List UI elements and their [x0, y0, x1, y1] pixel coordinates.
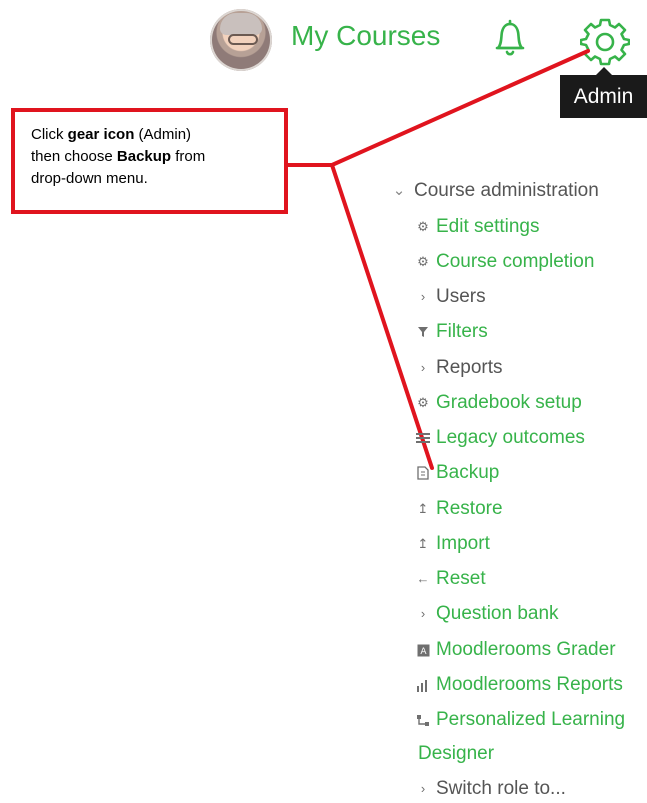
callout-text: then choose — [31, 148, 117, 165]
bar-chart-icon — [414, 679, 432, 692]
callout-bold-text: Backup — [116, 148, 172, 165]
menu-item-label: Question bank — [436, 603, 559, 624]
chevron-down-icon: ⌄ — [392, 182, 406, 199]
menu-item-personalized-learning-designer[interactable]: Personalized Learning — [414, 706, 625, 734]
arrow-left-icon: ← — [416, 571, 430, 586]
user-avatar[interactable] — [210, 9, 272, 71]
flow-icon — [414, 714, 432, 727]
menu-item-gradebook-setup[interactable]: ⚙ Gradebook setup — [414, 389, 582, 417]
instruction-callout: Click gear icon (Admin) then choose Back… — [11, 108, 288, 214]
chevron-right-icon: › — [420, 289, 426, 304]
my-courses-title[interactable]: My Courses — [291, 20, 440, 52]
file-icon — [414, 466, 432, 480]
chevron-right-icon: › — [420, 606, 426, 621]
upload-icon: ↥ — [417, 536, 429, 551]
menu-item-switch-role[interactable]: › Switch role to... — [414, 775, 566, 803]
menu-item-import[interactable]: ↥ Import — [414, 530, 490, 558]
menu-item-question-bank[interactable]: › Question bank — [414, 600, 559, 628]
gear-icon: ⚙ — [417, 395, 429, 410]
menu-item-edit-settings[interactable]: ⚙ Edit settings — [414, 213, 540, 241]
bell-icon[interactable] — [490, 18, 530, 60]
menu-item-moodlerooms-reports[interactable]: Moodlerooms Reports — [414, 671, 623, 699]
menu-item-restore[interactable]: ↥ Restore — [414, 495, 503, 523]
menu-item-label: Backup — [436, 462, 500, 483]
menu-item-reset[interactable]: ← Reset — [414, 565, 486, 593]
menu-item-moodlerooms-grader[interactable]: A Moodlerooms Grader — [414, 636, 616, 664]
callout-line-1: Click gear icon (Admin) — [31, 124, 268, 146]
callout-line-2: then choose Backup from — [31, 146, 268, 168]
menu-item-label: Edit settings — [436, 216, 540, 237]
filter-icon — [414, 326, 432, 338]
chevron-right-icon: › — [420, 781, 426, 796]
chevron-right-icon: › — [420, 360, 426, 375]
menu-item-label: Restore — [436, 498, 503, 519]
top-header: My Courses Admin — [0, 0, 647, 118]
callout-line-3: drop-down menu. — [31, 170, 148, 187]
gear-icon: ⚙ — [417, 254, 429, 269]
menu-item-reports[interactable]: › Reports — [414, 354, 503, 382]
gear-icon[interactable] — [579, 17, 631, 67]
menu-item-filters[interactable]: Filters — [414, 318, 488, 346]
menu-item-label: Course completion — [436, 251, 595, 272]
menu-title: Course administration — [414, 180, 599, 201]
menu-item-label: Designer — [418, 743, 495, 764]
menu-item-label: Moodlerooms Reports — [436, 674, 623, 695]
callout-text: Click — [31, 126, 68, 143]
menu-item-label: Reset — [436, 568, 486, 589]
menu-item-label: Personalized Learning — [436, 709, 626, 730]
menu-item-users[interactable]: › Users — [414, 283, 486, 311]
callout-bold-text: gear icon — [67, 126, 135, 143]
admin-tooltip: Admin — [560, 67, 647, 118]
menu-item-label: Moodlerooms Grader — [436, 639, 616, 660]
menu-item-label: Switch role to... — [436, 778, 566, 799]
menu-item-label: Legacy outcomes — [436, 427, 585, 448]
menu-item-label: Users — [436, 286, 486, 307]
callout-text: (Admin) — [134, 126, 192, 143]
svg-text:A: A — [420, 647, 427, 657]
list-icon — [414, 432, 432, 444]
menu-item-course-completion[interactable]: ⚙ Course completion — [414, 248, 594, 276]
callout-text: from — [171, 148, 206, 165]
course-administration-header[interactable]: ⌄ Course administration — [392, 177, 599, 205]
upload-icon: ↥ — [417, 501, 429, 516]
menu-item-label: Filters — [436, 321, 488, 342]
menu-item-label: Gradebook setup — [436, 392, 582, 413]
menu-item-personalized-learning-designer-cont[interactable]: Designer — [418, 740, 494, 768]
menu-item-legacy-outcomes[interactable]: Legacy outcomes — [414, 424, 585, 452]
gear-icon: ⚙ — [417, 219, 429, 234]
menu-item-backup[interactable]: Backup — [414, 459, 499, 487]
menu-item-label: Reports — [436, 357, 503, 378]
menu-item-label: Import — [436, 533, 490, 554]
grader-icon: A — [414, 644, 432, 657]
